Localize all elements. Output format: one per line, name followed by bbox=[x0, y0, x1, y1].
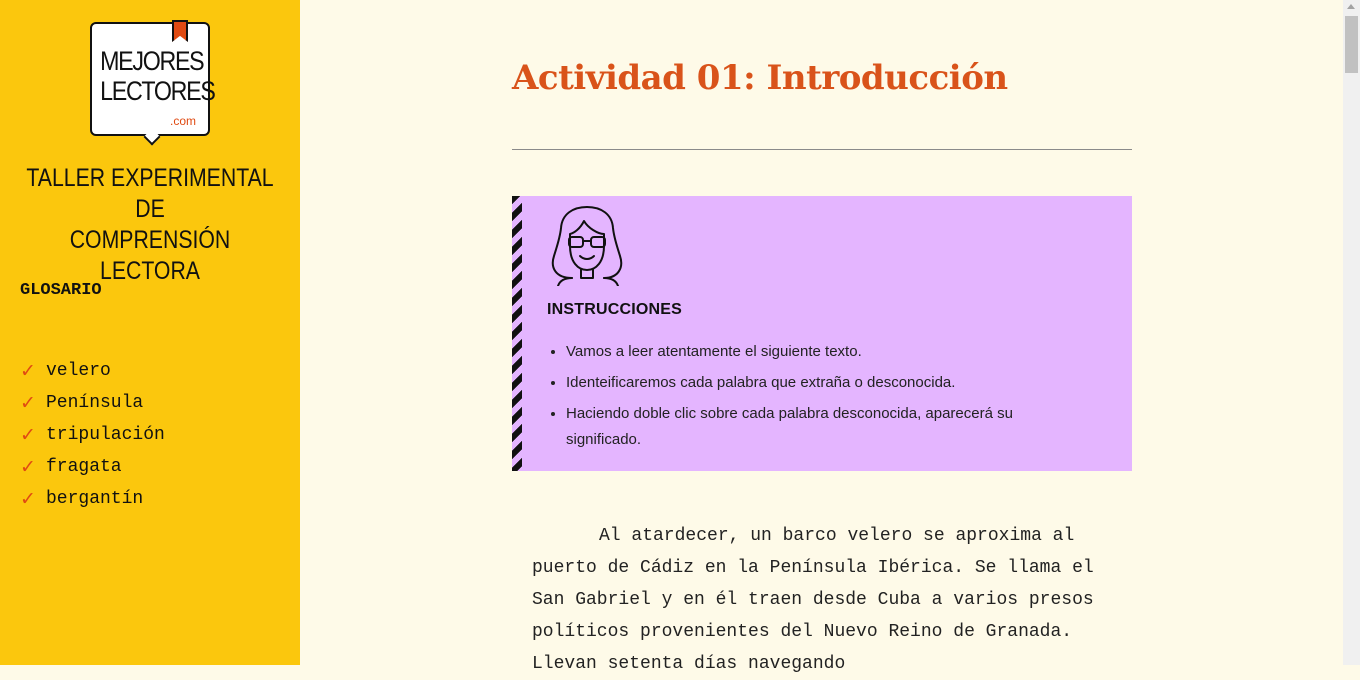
instruction-item: Identeificaremos cada palabra que extrañ… bbox=[566, 370, 1086, 396]
logo-speech-tail bbox=[143, 128, 161, 146]
checkmark-icon: ✓ bbox=[20, 424, 36, 446]
site-logo[interactable]: MEJORES LECTORES .com bbox=[90, 20, 216, 146]
logo-line-2: LECTORES bbox=[100, 76, 216, 106]
reader-avatar-icon bbox=[551, 206, 623, 286]
checkmark-icon: ✓ bbox=[20, 360, 36, 382]
vertical-scrollbar[interactable] bbox=[1343, 0, 1360, 665]
site-subtitle-line-2: COMPRENSIÓN LECTORA bbox=[69, 226, 231, 285]
glossary-title: GLOSARIO bbox=[20, 281, 102, 300]
scrollbar-thumb[interactable] bbox=[1345, 16, 1358, 73]
page-title: Actividad 01: Introducción bbox=[512, 58, 1008, 98]
story-text[interactable]: Al atardecer, un barco velero se aproxim… bbox=[532, 520, 1102, 680]
checkmark-icon: ✓ bbox=[20, 456, 36, 478]
checkmark-icon: ✓ bbox=[20, 488, 36, 510]
glossary-item-velero[interactable]: ✓ velero bbox=[20, 355, 165, 387]
instructions-panel: INSTRUCCIONES Vamos a leer atentamente e… bbox=[512, 196, 1132, 471]
glossary-term: fragata bbox=[46, 457, 122, 477]
scroll-up-arrow-icon[interactable] bbox=[1347, 4, 1355, 9]
site-subtitle-line-1: TALLER EXPERIMENTAL DE bbox=[26, 164, 274, 223]
instructions-list: Vamos a leer atentamente el siguiente te… bbox=[566, 339, 1086, 458]
sidebar: MEJORES LECTORES .com TALLER EXPERIMENTA… bbox=[0, 0, 300, 665]
checkmark-icon: ✓ bbox=[20, 392, 36, 414]
glossary-list: ✓ velero ✓ Península ✓ tripulación ✓ fra… bbox=[20, 355, 165, 515]
glossary-item-tripulacion[interactable]: ✓ tripulación bbox=[20, 419, 165, 451]
title-divider bbox=[512, 149, 1132, 150]
instruction-item: Vamos a leer atentamente el siguiente te… bbox=[566, 339, 1086, 365]
glossary-term: Península bbox=[46, 393, 144, 413]
glossary-term: velero bbox=[46, 361, 111, 381]
glossary-item-bergantin[interactable]: ✓ bergantín bbox=[20, 483, 165, 515]
glossary-item-peninsula[interactable]: ✓ Península bbox=[20, 387, 165, 419]
hazard-stripe bbox=[512, 196, 522, 471]
glossary-term: tripulación bbox=[46, 425, 165, 445]
site-subtitle: TALLER EXPERIMENTAL DE COMPRENSIÓN LECTO… bbox=[23, 163, 278, 287]
glossary-item-fragata[interactable]: ✓ fragata bbox=[20, 451, 165, 483]
bookmark-icon bbox=[172, 20, 188, 42]
logo-line-1: MEJORES bbox=[100, 46, 205, 76]
instruction-item: Haciendo doble clic sobre cada palabra d… bbox=[566, 401, 1086, 453]
glossary-term: bergantín bbox=[46, 489, 144, 509]
instructions-heading: INSTRUCCIONES bbox=[547, 301, 683, 318]
logo-dotcom: .com bbox=[169, 114, 196, 128]
